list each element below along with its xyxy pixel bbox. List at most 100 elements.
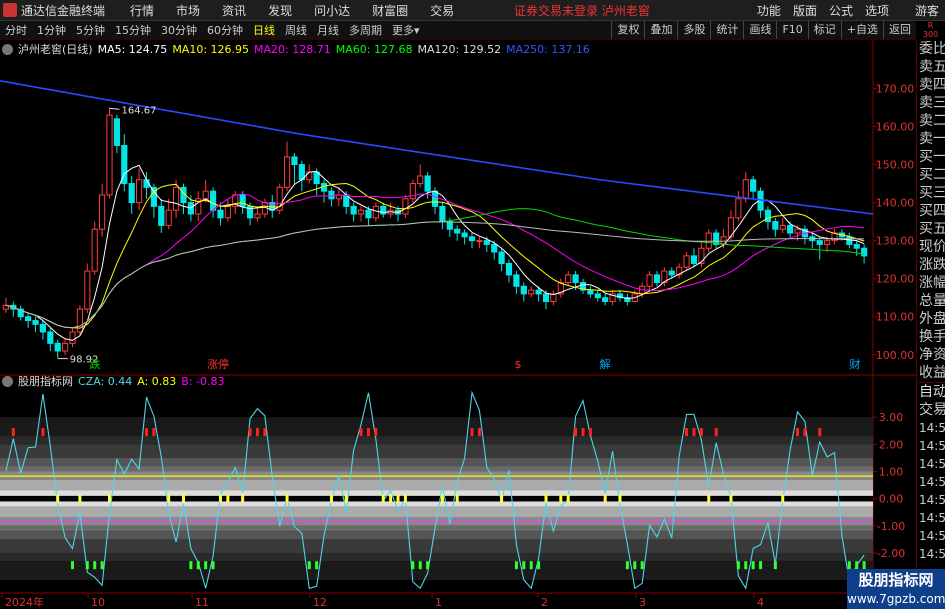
buy-signal [418, 561, 422, 570]
sell-signal [255, 428, 259, 437]
menu-item-news[interactable]: 资讯 [222, 2, 246, 19]
indicator-band [0, 531, 873, 540]
ma60-label: MA60: 127.68 [335, 42, 413, 56]
site-watermark: 股朋指标网 www.7gpzb.com [847, 569, 945, 609]
side-item-8: 买三 [919, 185, 945, 201]
sell-signal [366, 428, 370, 437]
candle-body [646, 274, 653, 287]
menu-item-quotes[interactable]: 行情 [130, 2, 154, 19]
menu-item-options[interactable]: 选项 [865, 2, 889, 19]
buy-signal [640, 561, 644, 570]
collapse-icon[interactable] [2, 43, 13, 55]
buy-signal [522, 561, 526, 570]
collapse-icon[interactable] [2, 375, 13, 387]
zero-band [0, 495, 873, 502]
candle-body [54, 342, 61, 352]
buy-signal [93, 561, 97, 570]
chart-area[interactable]: 3.00 2.00 1.00 0.00 -1.00 -2.00 170.00 160.00 15… [0, 40, 916, 609]
cza-label: CZA: 0.44 [78, 374, 133, 388]
buy-signal [744, 561, 748, 570]
tab-monthly[interactable]: 月线 [317, 22, 339, 38]
menu-item-market[interactable]: 市场 [176, 2, 200, 19]
indicator-band [0, 479, 873, 491]
side-item-5: 卖一 [919, 131, 945, 147]
draw-line-button[interactable]: 画线 [743, 21, 776, 39]
candle-body [587, 289, 594, 295]
login-notice[interactable]: 证券交易未登录 泸州老窖 [514, 2, 650, 19]
menu-item-formula[interactable]: 公式 [829, 2, 853, 19]
buy-signal [204, 561, 208, 570]
menu-item-wealth[interactable]: 财富圈 [372, 2, 408, 19]
candle-body [209, 190, 217, 211]
menu-item-ask[interactable]: 问小达 [314, 2, 350, 19]
auto-trade-1[interactable]: 交易 [917, 401, 945, 419]
menu-item-discover[interactable]: 发现 [268, 2, 292, 19]
guest-button[interactable]: 游客 [915, 2, 939, 19]
tab-daily[interactable]: 日线 [253, 22, 275, 38]
tab-intraday[interactable]: 分时 [5, 22, 27, 38]
buy-signal [847, 561, 851, 570]
tab-60min[interactable]: 60分钟 [207, 22, 243, 38]
auto-trade-0[interactable]: 自动 [917, 382, 945, 401]
buy-signal [411, 561, 415, 570]
chart-title: 泸州老窖(日线) [18, 43, 93, 56]
candle-body [372, 205, 379, 219]
tab-weekly[interactable]: 周线 [285, 22, 307, 38]
buy-signal [537, 561, 541, 570]
ma20-label: MA20: 128.71 [254, 42, 331, 56]
event-marker: 解 [600, 357, 611, 371]
kline-chart[interactable]: 3.00 2.00 1.00 0.00 -1.00 -2.00 170.00 160.00 15… [0, 40, 916, 609]
buy-signal [751, 561, 755, 570]
indicator-band [0, 501, 873, 507]
menu-item-function[interactable]: 功能 [757, 2, 781, 19]
cross-signal [729, 494, 733, 503]
multi-stock-button[interactable]: 多股 [677, 21, 710, 39]
event-marker: 跌 [90, 357, 101, 371]
sell-signal [796, 428, 800, 437]
tab-15min[interactable]: 15分钟 [115, 22, 151, 38]
candle-body [69, 331, 76, 344]
candle-body [779, 224, 786, 230]
buy-signal [307, 561, 311, 570]
time-tick-label: 4 [757, 596, 764, 609]
cross-signal [707, 494, 711, 503]
back-button[interactable]: 返回 [883, 21, 916, 39]
f10-button[interactable]: F10 [776, 21, 807, 39]
candle-body [461, 232, 468, 238]
buy-signal [773, 561, 777, 570]
menu-item-trade[interactable]: 交易 [430, 2, 454, 19]
ind-tick-label: 0.00 [879, 493, 904, 506]
candle-body [47, 331, 54, 344]
tick-time-1: 14:56 [919, 439, 945, 453]
high-marker [109, 107, 120, 110]
indicator-band [0, 552, 873, 562]
event-marker: 财 [850, 357, 861, 371]
menu-item-layout[interactable]: 版面 [793, 2, 817, 19]
sell-signal [248, 428, 252, 437]
candle-body [32, 320, 39, 325]
cross-signal [389, 494, 393, 503]
candle-body [431, 190, 439, 207]
add-watchlist-button[interactable]: +自选 [840, 21, 883, 39]
tab-multi-period[interactable]: 多周期 [349, 22, 382, 38]
buy-signal [736, 561, 740, 570]
time-tick-label: 12 [313, 596, 327, 609]
mark-button[interactable]: 标记 [807, 21, 841, 39]
indicator-band [0, 436, 873, 445]
candle-body [91, 228, 98, 272]
sell-signal [359, 428, 363, 437]
sell-signal [685, 428, 689, 437]
quote-side-panel: 委比 卖五 卖四 卖三 卖二 卖一 买一 买二 买三 买四 买五 现价 涨跌 涨幅 总量 外盘 换手 净资 收益 自动… [916, 40, 945, 609]
adjust-button[interactable]: 复权 [611, 21, 644, 39]
candle-body [217, 209, 224, 219]
tab-more[interactable]: 更多▾ [392, 22, 420, 38]
tab-5min[interactable]: 5分钟 [76, 22, 105, 38]
tick-time-6: 14:56 [919, 529, 945, 543]
time-tick-label: 3 [639, 596, 646, 609]
stats-button[interactable]: 统计 [710, 21, 743, 39]
tab-30min[interactable]: 30分钟 [161, 22, 197, 38]
overlay-button[interactable]: 叠加 [644, 21, 677, 39]
cross-signal [78, 494, 82, 503]
candle-body [113, 118, 120, 147]
tab-1min[interactable]: 1分钟 [37, 22, 66, 38]
